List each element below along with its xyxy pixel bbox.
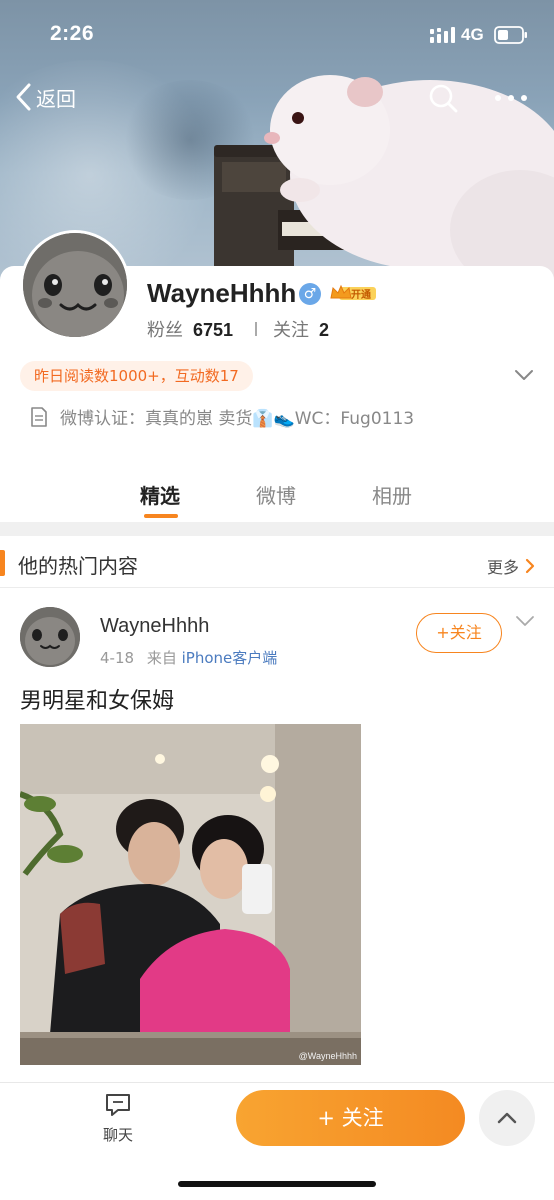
more-options-icon[interactable] <box>494 86 528 110</box>
home-indicator <box>178 1181 376 1187</box>
post-source-prefix: 来自 <box>146 649 177 667</box>
followers-count: 6751 <box>193 320 234 340</box>
couple-selfie-photo <box>20 724 361 1065</box>
chevron-left-icon <box>16 83 31 111</box>
followers-label: 粉丝 <box>147 320 183 341</box>
section-title: 他的热门内容 <box>18 554 138 578</box>
post-meta: 4-18 来自 iPhone客户端 <box>100 647 277 668</box>
reading-stats-badge: 昨日阅读数1000+，互动数17 <box>20 361 253 391</box>
tab-weibo[interactable]: 微博 <box>256 480 296 509</box>
post-follow-button[interactable]: +关注 <box>416 613 502 653</box>
search-icon[interactable] <box>427 82 459 114</box>
post-author-avatar[interactable] <box>20 607 80 667</box>
profile-tabs: 精选 微博 相册 <box>0 470 554 522</box>
post-source[interactable]: iPhone客户端 <box>182 649 278 667</box>
section-divider <box>0 522 554 536</box>
profile-stats: 粉丝 6751 关注 2 <box>147 316 329 342</box>
chevron-down-icon[interactable] <box>514 614 536 628</box>
tab-featured[interactable]: 精选 <box>140 480 180 509</box>
back-button[interactable]: 返回 <box>14 82 76 112</box>
verification-row: 微博认证：真真的崽 卖货👔👟WC：Fug0113 <box>30 404 414 429</box>
tab-album[interactable]: 相册 <box>372 480 412 509</box>
following-count: 2 <box>319 320 330 340</box>
chevron-down-icon[interactable] <box>512 367 536 383</box>
image-watermark: @WayneHhhh <box>298 1051 357 1061</box>
signal-icon <box>430 27 455 43</box>
followers-link[interactable]: 粉丝 6751 <box>147 316 233 342</box>
stats-divider <box>255 322 258 336</box>
chat-bubble-icon <box>106 1094 130 1116</box>
document-icon <box>31 406 47 427</box>
follow-button[interactable]: + 关注 <box>236 1090 465 1146</box>
following-label: 关注 <box>273 320 310 341</box>
post-author-name[interactable]: WayneHhhh <box>100 615 209 638</box>
chat-label: 聊天 <box>102 1126 133 1144</box>
male-gender-icon: ♂ <box>299 283 321 305</box>
status-bar: 2:26 4G <box>0 0 554 70</box>
post-image[interactable]: @WayneHhhh <box>20 724 361 1065</box>
chat-button[interactable]: 聊天 <box>96 1092 140 1145</box>
status-time: 2:26 <box>50 22 95 45</box>
active-tab-indicator <box>144 514 178 518</box>
verification-text: 微博认证：真真的崽 卖货👔👟WC：Fug0113 <box>60 409 415 429</box>
vip-label: 开通 <box>351 290 371 301</box>
chevron-up-icon <box>497 1112 517 1124</box>
back-label: 返回 <box>36 88 76 111</box>
battery-icon <box>494 26 527 44</box>
avatar-image <box>20 607 80 667</box>
profile-username: WayneHhhh <box>147 278 297 308</box>
post-date: 4-18 <box>100 649 135 667</box>
following-link[interactable]: 关注 2 <box>273 316 329 342</box>
post-text: 男明星和女保姆 <box>20 689 175 714</box>
hot-content-header: 他的热门内容 更多 <box>0 536 554 588</box>
chevron-right-icon <box>525 558 535 574</box>
avatar[interactable] <box>20 230 130 340</box>
more-link[interactable]: 更多 <box>487 554 537 578</box>
section-accent-bar <box>0 550 5 576</box>
vip-badge[interactable]: 开通 <box>329 283 377 307</box>
more-label: 更多 <box>487 558 520 577</box>
network-type: 4G <box>461 25 484 44</box>
scroll-to-top-button[interactable] <box>479 1090 535 1146</box>
